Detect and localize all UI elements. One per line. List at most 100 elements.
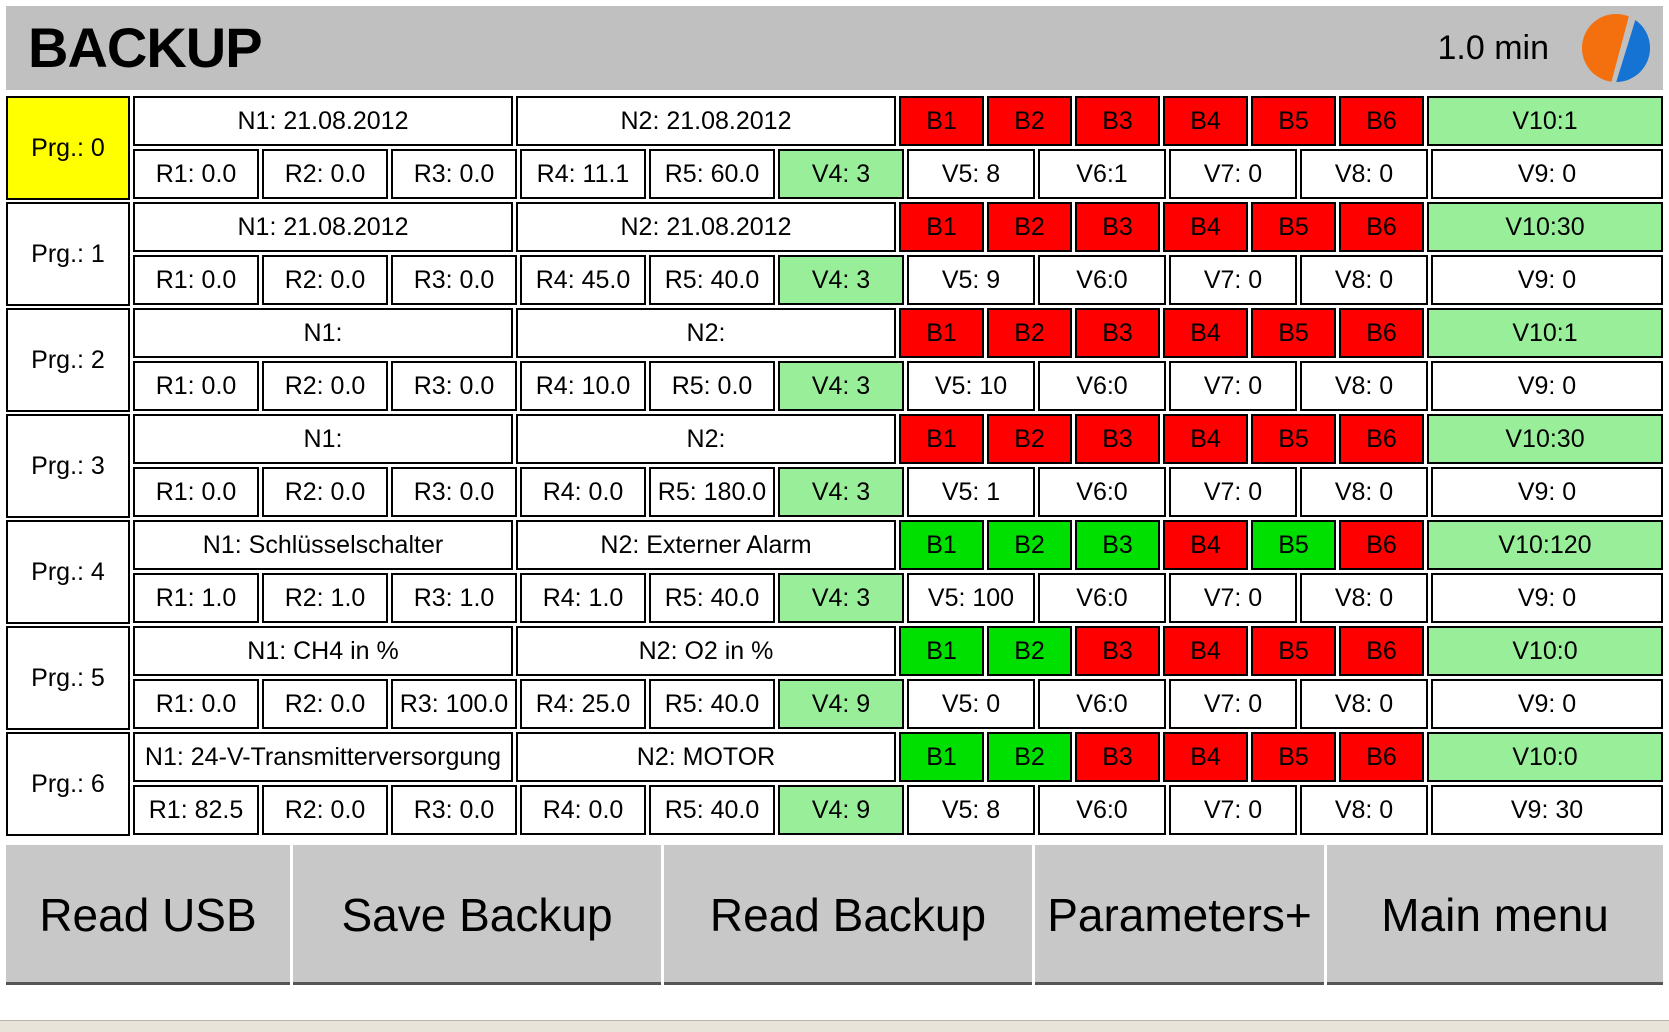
value-field-v9[interactable]: V9: 0 — [1431, 255, 1663, 305]
program-selector-0[interactable]: Prg.: 0 — [6, 96, 130, 200]
value-field-r4[interactable]: R4: 10.0 — [520, 361, 646, 411]
value-field-v7[interactable]: V7: 0 — [1169, 679, 1297, 729]
status-badge-b2[interactable]: B2 — [987, 414, 1072, 464]
status-badge-b4[interactable]: B4 — [1163, 202, 1248, 252]
value-field-r3[interactable]: R3: 0.0 — [391, 467, 517, 517]
status-badge-b2[interactable]: B2 — [987, 308, 1072, 358]
value-field-r3[interactable]: R3: 0.0 — [391, 361, 517, 411]
status-badge-b4[interactable]: B4 — [1163, 732, 1248, 782]
channel-2-name-field[interactable]: N2: — [516, 308, 896, 358]
status-badge-b1[interactable]: B1 — [899, 626, 984, 676]
value-field-v9[interactable]: V9: 0 — [1431, 679, 1663, 729]
value-field-v7[interactable]: V7: 0 — [1169, 255, 1297, 305]
status-badge-b2[interactable]: B2 — [987, 96, 1072, 146]
status-badge-b1[interactable]: B1 — [899, 96, 984, 146]
status-badge-b2[interactable]: B2 — [987, 732, 1072, 782]
status-badge-b3[interactable]: B3 — [1075, 96, 1160, 146]
value-field-v10[interactable]: V10:30 — [1427, 414, 1663, 464]
value-field-r2[interactable]: R2: 0.0 — [262, 785, 388, 835]
value-field-v9[interactable]: V9: 0 — [1431, 467, 1663, 517]
value-field-v7[interactable]: V7: 0 — [1169, 361, 1297, 411]
value-field-r5[interactable]: R5: 40.0 — [649, 573, 775, 623]
value-field-r3[interactable]: R3: 100.0 — [391, 679, 517, 729]
value-field-r5[interactable]: R5: 40.0 — [649, 679, 775, 729]
value-field-r5[interactable]: R5: 40.0 — [649, 255, 775, 305]
read-backup-button[interactable]: Read Backup — [664, 845, 1035, 985]
value-field-v8[interactable]: V8: 0 — [1300, 467, 1428, 517]
status-badge-b6[interactable]: B6 — [1339, 414, 1424, 464]
status-badge-b5[interactable]: B5 — [1251, 308, 1336, 358]
value-field-v4[interactable]: V4: 3 — [778, 149, 904, 199]
channel-1-name-field[interactable]: N1: — [133, 308, 513, 358]
value-field-v5[interactable]: V5: 0 — [907, 679, 1035, 729]
value-field-v4[interactable]: V4: 3 — [778, 467, 904, 517]
value-field-v7[interactable]: V7: 0 — [1169, 467, 1297, 517]
program-selector-2[interactable]: Prg.: 2 — [6, 308, 130, 412]
status-badge-b6[interactable]: B6 — [1339, 96, 1424, 146]
value-field-v9[interactable]: V9: 0 — [1431, 361, 1663, 411]
value-field-v8[interactable]: V8: 0 — [1300, 785, 1428, 835]
value-field-r1[interactable]: R1: 82.5 — [133, 785, 259, 835]
value-field-v8[interactable]: V8: 0 — [1300, 361, 1428, 411]
value-field-v8[interactable]: V8: 0 — [1300, 679, 1428, 729]
status-badge-b2[interactable]: B2 — [987, 202, 1072, 252]
value-field-r3[interactable]: R3: 0.0 — [391, 149, 517, 199]
channel-2-name-field[interactable]: N2: Externer Alarm — [516, 520, 896, 570]
value-field-v5[interactable]: V5: 9 — [907, 255, 1035, 305]
status-badge-b6[interactable]: B6 — [1339, 308, 1424, 358]
value-field-v6[interactable]: V6:0 — [1038, 467, 1166, 517]
value-field-v9[interactable]: V9: 0 — [1431, 149, 1663, 199]
status-badge-b4[interactable]: B4 — [1163, 308, 1248, 358]
value-field-r2[interactable]: R2: 0.0 — [262, 361, 388, 411]
value-field-r5[interactable]: R5: 180.0 — [649, 467, 775, 517]
status-badge-b3[interactable]: B3 — [1075, 626, 1160, 676]
status-badge-b3[interactable]: B3 — [1075, 732, 1160, 782]
status-badge-b6[interactable]: B6 — [1339, 520, 1424, 570]
value-field-v7[interactable]: V7: 0 — [1169, 573, 1297, 623]
value-field-r4[interactable]: R4: 25.0 — [520, 679, 646, 729]
value-field-v6[interactable]: V6:0 — [1038, 785, 1166, 835]
value-field-r2[interactable]: R2: 1.0 — [262, 573, 388, 623]
status-badge-b2[interactable]: B2 — [987, 626, 1072, 676]
value-field-v5[interactable]: V5: 100 — [907, 573, 1035, 623]
value-field-v7[interactable]: V7: 0 — [1169, 149, 1297, 199]
value-field-v6[interactable]: V6:0 — [1038, 679, 1166, 729]
value-field-v7[interactable]: V7: 0 — [1169, 785, 1297, 835]
value-field-r5[interactable]: R5: 60.0 — [649, 149, 775, 199]
channel-1-name-field[interactable]: N1: — [133, 414, 513, 464]
value-field-v4[interactable]: V4: 3 — [778, 573, 904, 623]
status-badge-b3[interactable]: B3 — [1075, 414, 1160, 464]
status-badge-b4[interactable]: B4 — [1163, 96, 1248, 146]
value-field-r4[interactable]: R4: 45.0 — [520, 255, 646, 305]
program-selector-1[interactable]: Prg.: 1 — [6, 202, 130, 306]
status-badge-b5[interactable]: B5 — [1251, 520, 1336, 570]
status-badge-b5[interactable]: B5 — [1251, 202, 1336, 252]
value-field-v8[interactable]: V8: 0 — [1300, 573, 1428, 623]
value-field-v6[interactable]: V6:0 — [1038, 255, 1166, 305]
value-field-v10[interactable]: V10:1 — [1427, 308, 1663, 358]
value-field-r4[interactable]: R4: 0.0 — [520, 785, 646, 835]
channel-1-name-field[interactable]: N1: CH4 in % — [133, 626, 513, 676]
status-badge-b1[interactable]: B1 — [899, 308, 984, 358]
value-field-r4[interactable]: R4: 11.1 — [520, 149, 646, 199]
status-badge-b1[interactable]: B1 — [899, 202, 984, 252]
value-field-v4[interactable]: V4: 3 — [778, 255, 904, 305]
value-field-r2[interactable]: R2: 0.0 — [262, 467, 388, 517]
value-field-v10[interactable]: V10:30 — [1427, 202, 1663, 252]
main-menu-button[interactable]: Main menu — [1327, 845, 1663, 985]
value-field-v10[interactable]: V10:0 — [1427, 732, 1663, 782]
value-field-r2[interactable]: R2: 0.0 — [262, 679, 388, 729]
status-badge-b2[interactable]: B2 — [987, 520, 1072, 570]
value-field-r1[interactable]: R1: 0.0 — [133, 255, 259, 305]
status-badge-b1[interactable]: B1 — [899, 732, 984, 782]
value-field-v10[interactable]: V10:120 — [1427, 520, 1663, 570]
value-field-r2[interactable]: R2: 0.0 — [262, 255, 388, 305]
value-field-r3[interactable]: R3: 0.0 — [391, 255, 517, 305]
channel-2-name-field[interactable]: N2: O2 in % — [516, 626, 896, 676]
program-selector-4[interactable]: Prg.: 4 — [6, 520, 130, 624]
status-badge-b4[interactable]: B4 — [1163, 626, 1248, 676]
status-badge-b3[interactable]: B3 — [1075, 520, 1160, 570]
value-field-r5[interactable]: R5: 40.0 — [649, 785, 775, 835]
status-badge-b6[interactable]: B6 — [1339, 626, 1424, 676]
channel-2-name-field[interactable]: N2: 21.08.2012 — [516, 96, 896, 146]
